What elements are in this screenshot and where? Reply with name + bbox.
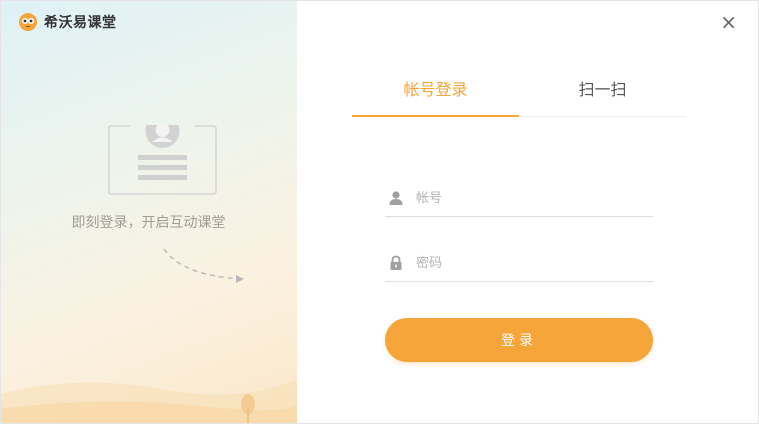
close-icon[interactable]: × bbox=[720, 10, 737, 34]
lock-icon bbox=[390, 255, 402, 270]
dashed-arrow-icon bbox=[163, 248, 244, 283]
login-window: 希沃易课堂 即刻登录，开启互动课堂 × 帐号登录 扫一扫 帐号 登录 bbox=[0, 0, 759, 424]
login-tabs: 帐号登录 扫一扫 bbox=[352, 78, 686, 117]
account-input[interactable] bbox=[414, 189, 638, 207]
app-logo: 希沃易课堂 bbox=[18, 12, 117, 32]
password-field bbox=[385, 245, 653, 282]
background-hills-illustration bbox=[0, 379, 297, 424]
password-input[interactable] bbox=[414, 254, 638, 272]
login-button[interactable]: 登录 bbox=[385, 318, 653, 362]
login-tagline: 即刻登录，开启互动课堂 bbox=[71, 215, 226, 231]
active-tab-indicator bbox=[352, 115, 519, 117]
left-illustration-panel: 希沃易课堂 即刻登录，开启互动课堂 bbox=[0, 0, 297, 424]
tab-account-login[interactable]: 帐号登录 bbox=[352, 78, 519, 116]
app-name: 希沃易课堂 bbox=[44, 15, 117, 31]
profile-card-illustration bbox=[108, 125, 217, 195]
mascot-logo-icon bbox=[19, 13, 37, 31]
login-form-panel: × 帐号登录 扫一扫 登录 bbox=[297, 0, 759, 424]
account-field bbox=[385, 180, 653, 217]
tab-scan-qr[interactable]: 扫一扫 bbox=[519, 78, 686, 116]
user-icon bbox=[389, 191, 403, 205]
